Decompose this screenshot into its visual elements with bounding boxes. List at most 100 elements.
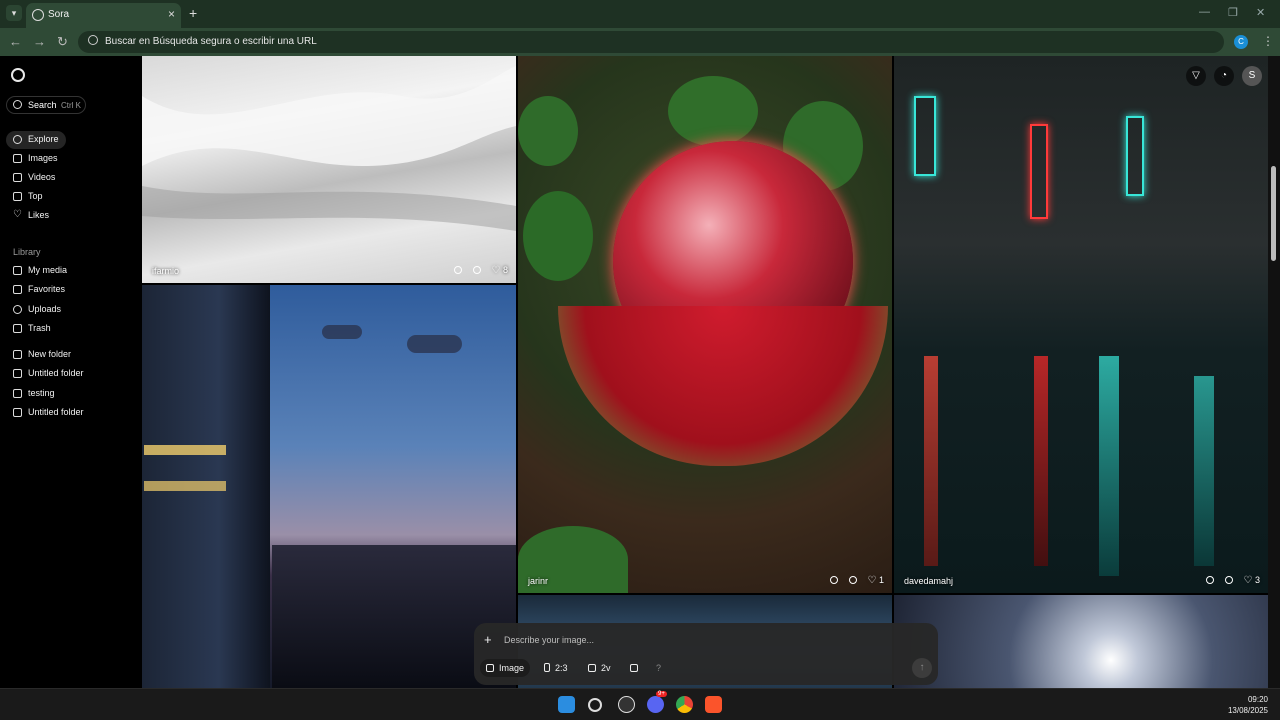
reload-icon[interactable]: ↻ — [57, 34, 68, 50]
sidebar-folder-new-folder[interactable]: New folder — [6, 346, 132, 364]
minimize-icon[interactable]: — — [1199, 6, 1210, 18]
system-clock[interactable]: 09:20 13/08/2025 — [1228, 694, 1268, 716]
forward-icon[interactable]: → — [33, 34, 46, 49]
back-icon[interactable]: ← — [9, 34, 22, 49]
gallery-card-wave[interactable]: ifarmio ♡ 8 — [142, 56, 516, 283]
sidebar-item-label: Top — [28, 191, 43, 201]
sidebar-item-likes[interactable]: ♡ Likes — [6, 207, 132, 225]
browser-profile-avatar[interactable]: C — [1234, 35, 1248, 49]
gallery-card-watermelon[interactable]: jarinr ♡ 1 — [518, 56, 892, 593]
new-tab-button[interactable]: + — [189, 5, 197, 21]
watermelon-artwork — [668, 76, 758, 146]
add-attachment-icon[interactable]: + — [484, 632, 492, 647]
gallery-card-partial-light[interactable] — [894, 595, 1268, 688]
browser-toolbar: ← → ↻ Buscar en Búsqueda segura o escrib… — [0, 28, 1280, 56]
gallery-card-neon-street[interactable]: davedamahj ♡ 3 — [894, 56, 1268, 593]
wave-artwork — [142, 66, 516, 231]
search-button[interactable]: Search Ctrl K — [6, 96, 86, 114]
clock-time: 09:20 — [1247, 695, 1268, 704]
sidebar-item-my-media[interactable]: My media — [6, 262, 132, 280]
sidebar-item-images[interactable]: Images — [6, 150, 132, 168]
reflection-artwork — [1099, 356, 1119, 576]
cloud-artwork — [322, 325, 362, 339]
like-count: 3 — [1254, 575, 1260, 585]
filter-icon[interactable]: ▽ — [1186, 66, 1206, 86]
sidebar-item-videos[interactable]: Videos — [6, 169, 132, 187]
address-bar[interactable]: Buscar en Búsqueda segura o escribir una… — [78, 31, 1224, 53]
sidebar-item-explore[interactable]: Explore — [6, 131, 66, 149]
variations-button[interactable]: 2v — [582, 659, 617, 677]
folder-icon — [13, 408, 22, 417]
bell-icon[interactable]: ◔ — [1214, 66, 1234, 86]
gallery-card-city[interactable] — [142, 285, 516, 688]
sidebar-item-label: Images — [28, 153, 58, 163]
image-icon — [13, 154, 22, 163]
search-icon[interactable] — [588, 698, 602, 712]
tab-list-button[interactable]: ▾ — [6, 5, 22, 21]
sidebar-item-top[interactable]: Top — [6, 188, 132, 206]
sidebar-item-label: Untitled folder — [28, 368, 84, 378]
help-button[interactable]: ? — [650, 659, 667, 677]
prompt-input[interactable]: Describe your image... — [504, 635, 594, 645]
discord-icon[interactable]: 9+ — [647, 691, 667, 713]
presets-button[interactable] — [624, 659, 649, 677]
browser-menu-icon[interactable]: ⋮ — [1262, 34, 1274, 48]
search-label: Search — [28, 100, 57, 110]
heart-icon[interactable]: ♡ — [1244, 575, 1253, 586]
page-scrollbar[interactable] — [1268, 56, 1280, 688]
sidebar-item-label: Likes — [28, 210, 50, 220]
remix-icon[interactable] — [1206, 576, 1215, 584]
browser-tab-sora[interactable]: Sora × — [26, 3, 181, 28]
scrollbar-thumb[interactable] — [1271, 166, 1276, 261]
media-type-button[interactable]: Image — [480, 659, 531, 677]
sidebar-item-trash[interactable]: Trash — [6, 320, 132, 338]
sidebar-folder-untitled-2[interactable]: Untitled folder — [6, 404, 132, 422]
aspect-ratio-label: 2:3 — [555, 663, 568, 673]
windows-start-icon[interactable] — [558, 696, 575, 713]
heart-icon[interactable]: ♡ — [868, 575, 877, 586]
remix-icon[interactable] — [830, 576, 839, 584]
cloud-artwork — [407, 335, 462, 353]
discord-badge: 9+ — [656, 691, 667, 697]
sidebar-item-uploads[interactable]: Uploads — [6, 301, 132, 319]
user-avatar[interactable]: S — [1242, 66, 1262, 86]
chrome-icon[interactable] — [676, 696, 693, 713]
sidebar-item-label: Untitled folder — [28, 407, 84, 417]
neon-sign-artwork — [1126, 116, 1144, 196]
card-username[interactable]: ifarmio — [152, 266, 179, 276]
sidebar-item-favorites[interactable]: Favorites — [6, 281, 132, 299]
card-username[interactable]: davedamahj — [904, 576, 953, 586]
browser-tab-bar: ▾ Sora × + — ❐ ✕ — [0, 0, 1280, 28]
folder-icon — [13, 369, 22, 378]
tab-close-icon[interactable]: × — [168, 7, 175, 21]
sidebar-item-label: Trash — [28, 323, 51, 333]
aspect-ratio-button[interactable]: 2:3 — [538, 659, 574, 677]
neon-sign-artwork — [914, 96, 936, 176]
sora-favicon-icon — [32, 9, 44, 21]
search-icon — [88, 35, 98, 45]
grid-icon — [13, 266, 22, 275]
search-icon[interactable] — [848, 576, 857, 584]
brave-icon[interactable] — [705, 696, 722, 713]
video-icon — [13, 173, 22, 182]
sidebar-folder-testing[interactable]: testing — [6, 385, 132, 403]
card-username[interactable]: jarinr — [528, 576, 548, 586]
restore-icon[interactable]: ❐ — [1228, 6, 1238, 19]
submit-arrow-icon[interactable]: ↑ — [912, 658, 932, 678]
openai-logo-icon[interactable] — [11, 68, 25, 82]
heart-icon[interactable]: ♡ — [492, 265, 501, 276]
remix-icon[interactable] — [454, 266, 463, 274]
card-actions: ♡ 8 — [446, 265, 508, 276]
close-window-icon[interactable]: ✕ — [1256, 6, 1265, 19]
search-icon[interactable] — [1224, 576, 1233, 584]
sidebar-folder-untitled[interactable]: Untitled folder — [6, 365, 132, 383]
sora-app-icon[interactable] — [618, 696, 635, 713]
sidebar-item-label: Uploads — [28, 304, 62, 314]
aspect-ratio-icon — [544, 663, 550, 672]
sidebar-item-label: Explore — [28, 134, 59, 144]
window-lights — [144, 481, 226, 491]
sidebar-item-label: New folder — [28, 349, 72, 359]
search-icon[interactable] — [472, 266, 481, 274]
library-heading: Library — [13, 247, 41, 257]
reflection-artwork — [924, 356, 938, 566]
